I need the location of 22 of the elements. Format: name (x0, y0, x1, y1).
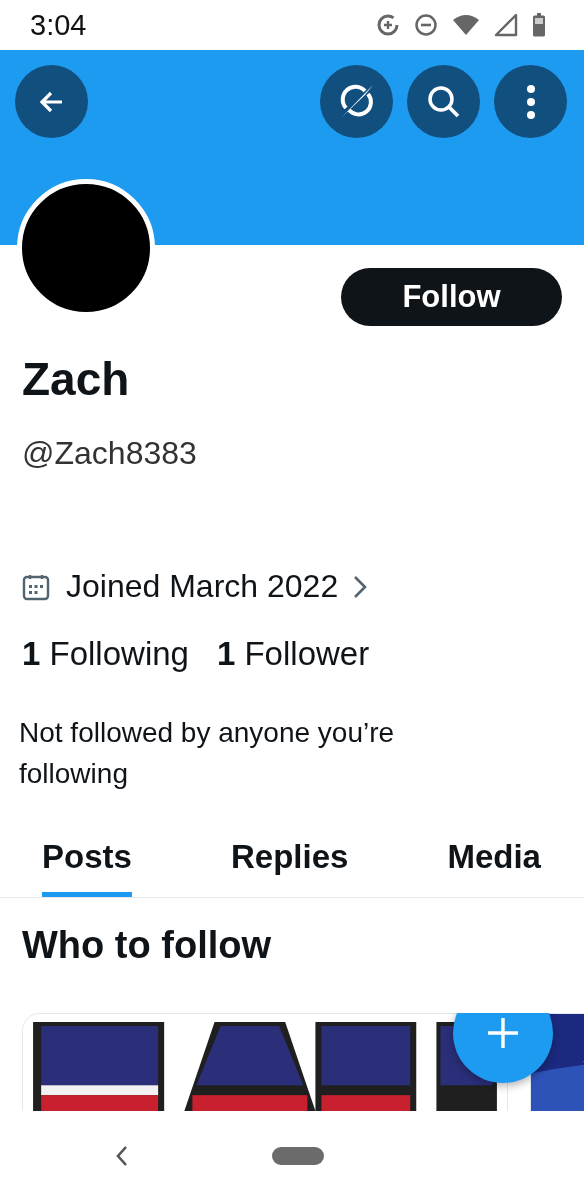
followed-by-note: Not followed by anyone you’re following (19, 716, 396, 791)
do-not-disturb-icon (414, 13, 438, 37)
plus-icon (485, 1015, 521, 1051)
status-time: 3:04 (30, 8, 87, 42)
back-icon[interactable] (115, 1145, 129, 1167)
profile-name: Zach (22, 352, 130, 406)
battery-icon (532, 13, 546, 37)
profile-tab[interactable]: Replies (230, 824, 349, 897)
joined-date: Joined March 2022 (66, 568, 339, 605)
chevron-right-icon[interactable] (352, 573, 369, 600)
signal-icon (494, 13, 518, 37)
calendar-icon (22, 572, 50, 601)
wifi-icon (452, 13, 480, 37)
profile-tab[interactable]: Media (447, 824, 541, 897)
followers-link[interactable]: 1 Follower (216, 635, 370, 673)
data-saver-icon (376, 13, 400, 37)
follow-button[interactable]: Follow (341, 268, 562, 326)
section-title: Who to follow (22, 924, 273, 967)
profile-tab[interactable]: Posts (42, 824, 132, 897)
home-handle[interactable] (272, 1147, 324, 1165)
following-link[interactable]: 1 Following (22, 635, 189, 673)
profile-handle: @Zach8383 (22, 435, 197, 472)
